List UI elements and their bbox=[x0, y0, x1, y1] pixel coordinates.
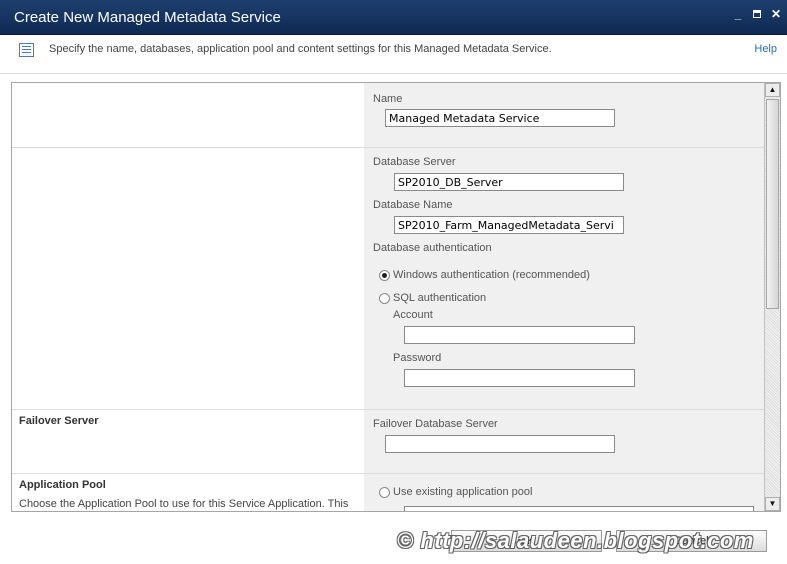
section-divider bbox=[12, 147, 764, 148]
application-pool-dropdown[interactable] bbox=[404, 506, 754, 511]
form-panel: Name Managed Metadata Service Database S… bbox=[11, 82, 781, 512]
section-divider bbox=[12, 473, 764, 474]
password-input[interactable] bbox=[404, 369, 635, 387]
failover-database-server-label: Failover Database Server bbox=[373, 418, 498, 430]
database-server-input[interactable]: SP2010_DB_Server bbox=[394, 173, 624, 191]
database-name-label: Database Name bbox=[373, 199, 453, 211]
name-input[interactable]: Managed Metadata Service bbox=[385, 109, 615, 127]
windows-auth-radio[interactable] bbox=[379, 270, 390, 281]
scroll-down-arrow-icon[interactable]: ▼ bbox=[765, 497, 780, 511]
instructions-bar: Specify the name, databases, application… bbox=[0, 35, 787, 74]
database-server-label: Database Server bbox=[373, 156, 456, 168]
application-pool-description: Choose the Application Pool to use for t… bbox=[19, 498, 349, 510]
sql-auth-label[interactable]: SQL authentication bbox=[393, 292, 486, 304]
close-button[interactable]: ✕ bbox=[771, 8, 781, 20]
application-pool-title: Application Pool bbox=[19, 479, 106, 491]
database-authentication-label: Database authentication bbox=[373, 242, 492, 254]
maximize-button[interactable] bbox=[753, 10, 761, 18]
help-link[interactable]: Help bbox=[754, 43, 777, 55]
minimize-button[interactable]: _ bbox=[733, 8, 743, 20]
dialog-titlebar: Create New Managed Metadata Service _ ✕ bbox=[0, 0, 787, 35]
instructions-text: Specify the name, databases, application… bbox=[49, 43, 552, 55]
section-divider bbox=[12, 409, 764, 410]
failover-server-title: Failover Server bbox=[19, 415, 99, 427]
sql-auth-radio[interactable] bbox=[379, 293, 390, 304]
vertical-scrollbar[interactable]: ▲ ▼ bbox=[764, 83, 780, 511]
use-existing-pool-radio[interactable] bbox=[379, 487, 390, 498]
name-label: Name bbox=[373, 93, 403, 105]
watermark-text: © http://salaudeen.blogspot.com bbox=[397, 528, 754, 553]
form-content: Name Managed Metadata Service Database S… bbox=[12, 83, 764, 511]
failover-database-server-input[interactable] bbox=[385, 435, 615, 453]
database-name-input[interactable]: SP2010_Farm_ManagedMetadata_Servi bbox=[394, 216, 624, 234]
use-existing-pool-label[interactable]: Use existing application pool bbox=[393, 486, 532, 498]
windows-auth-label[interactable]: Windows authentication (recommended) bbox=[393, 269, 590, 281]
scrollbar-thumb[interactable] bbox=[766, 99, 779, 309]
account-label: Account bbox=[393, 309, 433, 321]
document-list-icon bbox=[19, 43, 34, 57]
account-input[interactable] bbox=[404, 326, 635, 344]
scroll-up-arrow-icon[interactable]: ▲ bbox=[765, 83, 780, 97]
password-label: Password bbox=[393, 352, 442, 364]
dialog-title: Create New Managed Metadata Service bbox=[14, 9, 281, 26]
window-controls: _ ✕ bbox=[733, 8, 781, 20]
